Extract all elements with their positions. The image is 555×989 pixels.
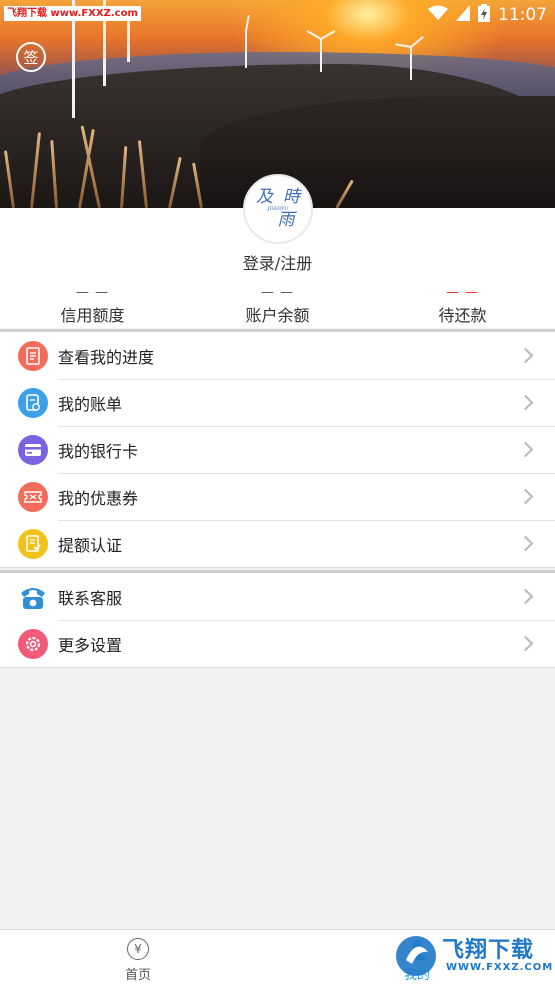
stat-value: — — [445,285,480,300]
status-bar: 11:07 [428,4,547,26]
chevron-right-icon [517,347,534,364]
chevron-right-icon [517,635,534,652]
menu-item-customer-service[interactable]: 联系客服 [0,573,555,620]
menu-item-progress[interactable]: 查看我的进度 [0,332,555,379]
bank-card-icon [18,434,48,465]
menu-item-label: 我的银行卡 [58,441,139,461]
stat-pending-repayment[interactable]: — — 待还款 [370,286,555,326]
stat-account-balance[interactable]: — — 账户余额 [185,286,370,326]
chevron-right-icon [517,441,534,458]
certification-icon [18,528,48,559]
brand-watermark-text: 飞翔下载 [442,938,535,963]
menu-item-certification[interactable]: 提额认证 [0,520,555,567]
battery-charging-icon [478,4,490,26]
tab-home-label: 首页 [124,968,151,983]
stat-value: — — [75,285,110,300]
coupon-icon [18,481,48,512]
menu-item-coupon[interactable]: 我的优惠券 [0,473,555,520]
stat-label: 信用额度 [60,306,125,325]
chevron-right-icon [517,488,534,505]
menu-group-account: 查看我的进度 我的账单 我的银行卡 我的优惠券 提额认证 [0,329,555,568]
stat-label: 账户余额 [245,306,310,325]
avatar[interactable]: 及時 JISHIYU 雨 [243,174,313,244]
status-time: 11:07 [498,5,547,25]
avatar-logo: 及時 JISHIYU 雨 [256,187,300,230]
chevron-right-icon [517,588,534,605]
menu-item-bill[interactable]: 我的账单 [0,379,555,426]
menu-item-label: 我的账单 [58,394,123,414]
progress-doc-icon [18,340,48,371]
account-stats: — — 信用额度 — — 账户余额 — — 待还款 [0,286,555,326]
wifi-icon [428,5,448,25]
chevron-right-icon [517,535,534,552]
menu-group-support: 联系客服 更多设置 [0,570,555,668]
telephone-icon [18,582,48,612]
home-yen-icon: ¥ [98,936,178,962]
watermark-label: 飞翔下载 www.FXXZ.com [4,6,141,21]
menu-item-label: 提额认证 [58,535,123,555]
chevron-right-icon [517,394,534,411]
stat-label: 待还款 [438,306,487,325]
stat-credit-limit[interactable]: — — 信用额度 [0,286,185,326]
brand-watermark-url: WWW.FXXZ.COM [446,962,554,973]
login-register-link[interactable]: 登录/注册 [0,250,555,274]
menu-item-label: 我的优惠券 [58,488,139,508]
menu-item-bank-card[interactable]: 我的银行卡 [0,426,555,473]
menu-item-label: 更多设置 [58,635,123,655]
sign-in-checkin-button[interactable]: 签 [16,42,46,72]
menu-item-label: 查看我的进度 [58,347,155,367]
tab-home[interactable]: ¥ 首页 [98,936,178,983]
brand-watermark: 飞翔下载 WWW.FXXZ.COM [394,930,552,982]
bill-icon [18,387,48,418]
signal-icon [456,5,470,25]
menu-item-more-settings[interactable]: 更多设置 [0,620,555,667]
sign-label: 签 [23,48,39,67]
stat-value: — — [260,285,295,300]
menu-item-label: 联系客服 [58,588,123,608]
settings-gear-icon [18,628,48,659]
